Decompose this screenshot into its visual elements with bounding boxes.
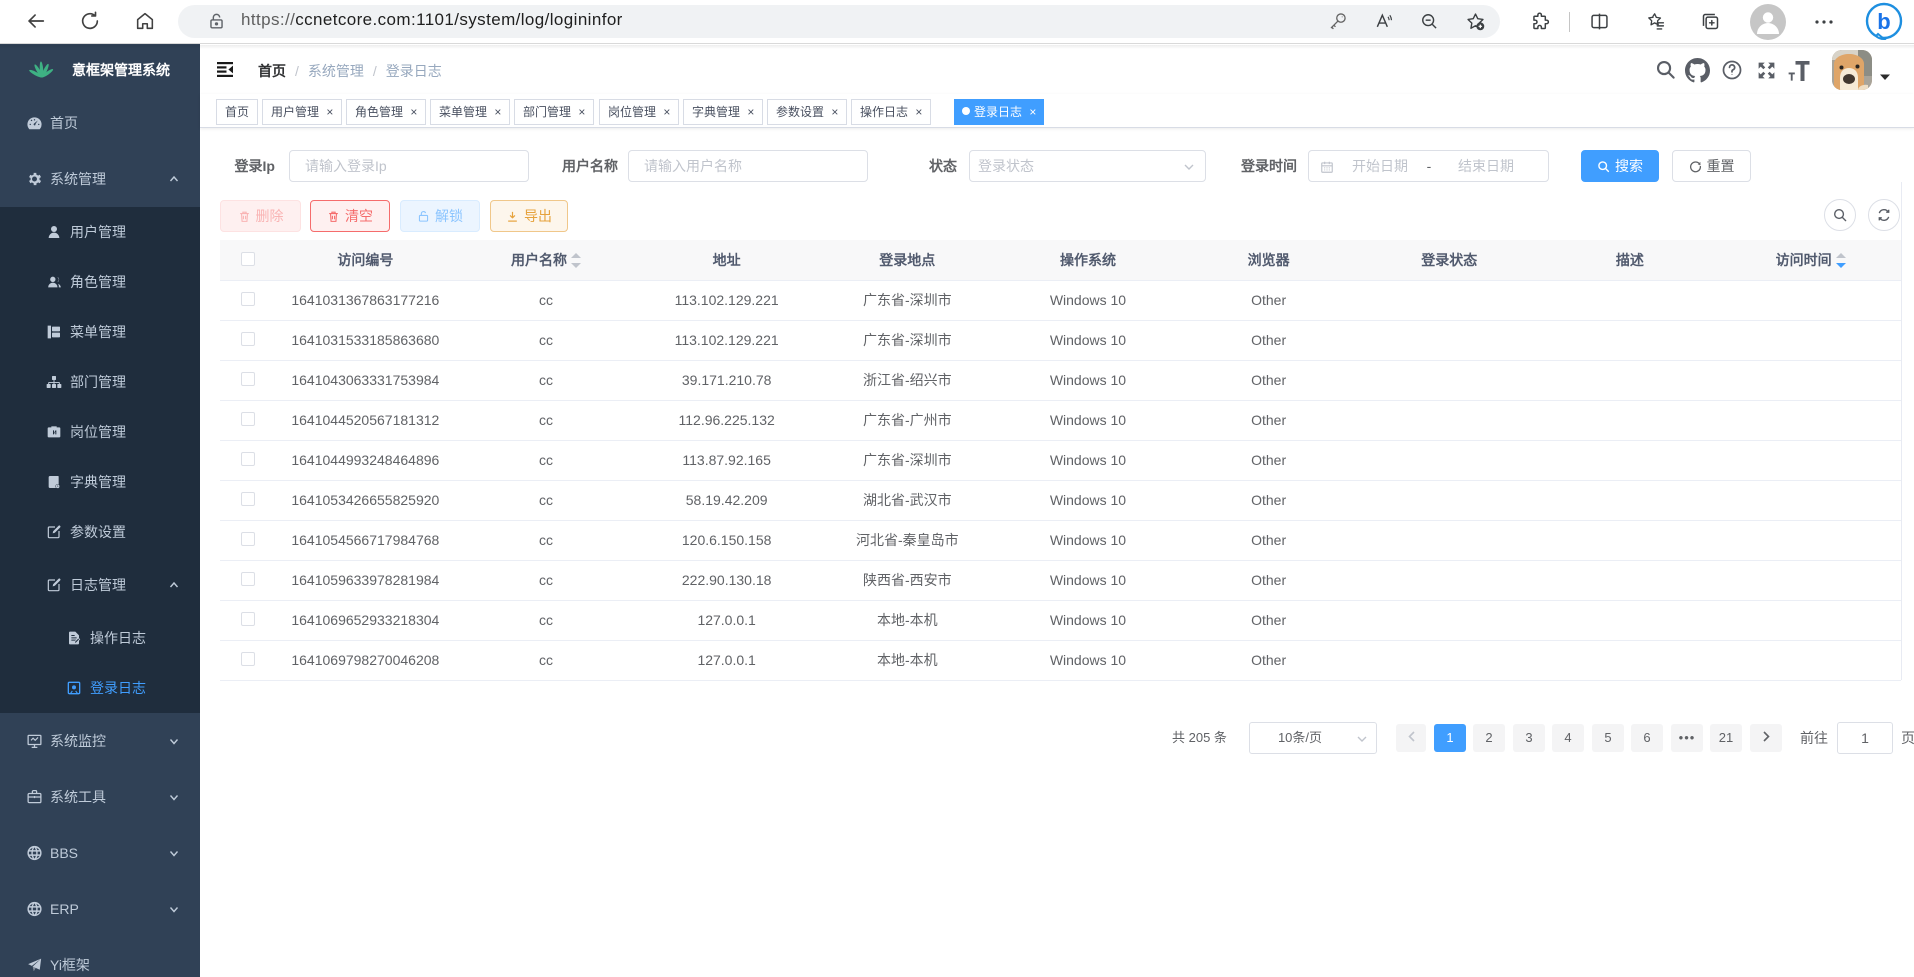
svg-text:b: b: [1877, 9, 1890, 34]
